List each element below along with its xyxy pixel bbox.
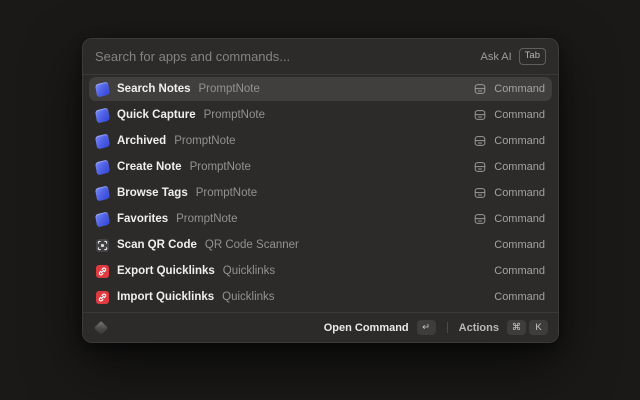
command-type-label: Command [494,291,545,303]
search-input[interactable] [95,49,472,64]
promptnote-icon [95,133,110,149]
list-item[interactable]: Archived PromptNote Command [89,129,552,153]
command-type-icon [474,161,486,173]
command-type-icon [474,213,486,225]
promptnote-icon [95,81,110,97]
command-type-label: Command [494,83,545,95]
list-item[interactable]: Browse Tags PromptNote Command [89,181,552,205]
command-app-name: QR Code Scanner [205,239,299,251]
command-app-name: PromptNote [176,213,237,225]
command-title: Export Quicklinks [117,265,215,277]
command-type-label: Command [494,161,545,173]
command-palette-window: Ask AI Tab Search Notes PromptNote [82,38,559,343]
promptnote-icon [95,211,110,227]
command-type-label: Command [494,109,545,121]
ask-ai-label: Ask AI [480,51,511,63]
list-item[interactable]: Create Note PromptNote Command [89,155,552,179]
ask-ai-button[interactable]: Ask AI Tab [480,48,546,65]
command-title: Create Note [117,161,182,173]
command-app-name: Quicklinks [222,291,274,303]
command-type-label: Command [494,265,545,277]
command-app-name: PromptNote [174,135,235,147]
command-title: Browse Tags [117,187,188,199]
command-keycap: ⌘ [507,320,526,335]
list-item[interactable]: Search Notes PromptNote Command [89,77,552,101]
extension-logo-icon [94,320,108,334]
quicklink-icon [96,291,109,304]
command-title: Import Quicklinks [117,291,214,303]
command-app-name: PromptNote [199,83,260,95]
footer-divider [447,322,448,333]
command-app-name: PromptNote [204,109,265,121]
command-type-icon [474,135,486,147]
command-list: Search Notes PromptNote Command [83,75,558,312]
qr-code-icon [96,239,109,252]
command-type-icon [474,109,486,121]
list-item[interactable]: Import Quicklinks Quicklinks Command [89,285,552,309]
list-item[interactable]: Scan QR Code QR Code Scanner Command [89,233,552,257]
open-command-button[interactable]: Open Command [324,322,409,334]
promptnote-icon [95,159,110,175]
command-title: Archived [117,135,166,147]
command-title: Search Notes [117,83,191,95]
command-app-name: PromptNote [196,187,257,199]
actions-button[interactable]: Actions [459,322,499,334]
command-title: Quick Capture [117,109,196,121]
search-bar: Ask AI Tab [83,39,558,74]
desktop-background: Ask AI Tab Search Notes PromptNote [0,0,640,400]
k-keycap: K [529,320,548,335]
command-type-icon [474,83,486,95]
command-type-label: Command [494,213,545,225]
promptnote-icon [95,107,110,123]
command-type-label: Command [494,239,545,251]
command-title: Scan QR Code [117,239,197,251]
command-app-name: PromptNote [190,161,251,173]
list-item[interactable]: Quick Capture PromptNote Command [89,103,552,127]
return-keycap: ↵ [417,320,436,335]
promptnote-icon [95,185,110,201]
tab-keycap: Tab [519,48,546,65]
quicklink-icon [96,265,109,278]
command-type-label: Command [494,187,545,199]
command-type-icon [474,187,486,199]
list-item[interactable]: Export Quicklinks Quicklinks Command [89,259,552,283]
command-app-name: Quicklinks [223,265,275,277]
action-bar: Open Command ↵ Actions ⌘ K [83,313,558,342]
list-item[interactable]: Favorites PromptNote Command [89,207,552,231]
command-title: Favorites [117,213,168,225]
command-type-label: Command [494,135,545,147]
